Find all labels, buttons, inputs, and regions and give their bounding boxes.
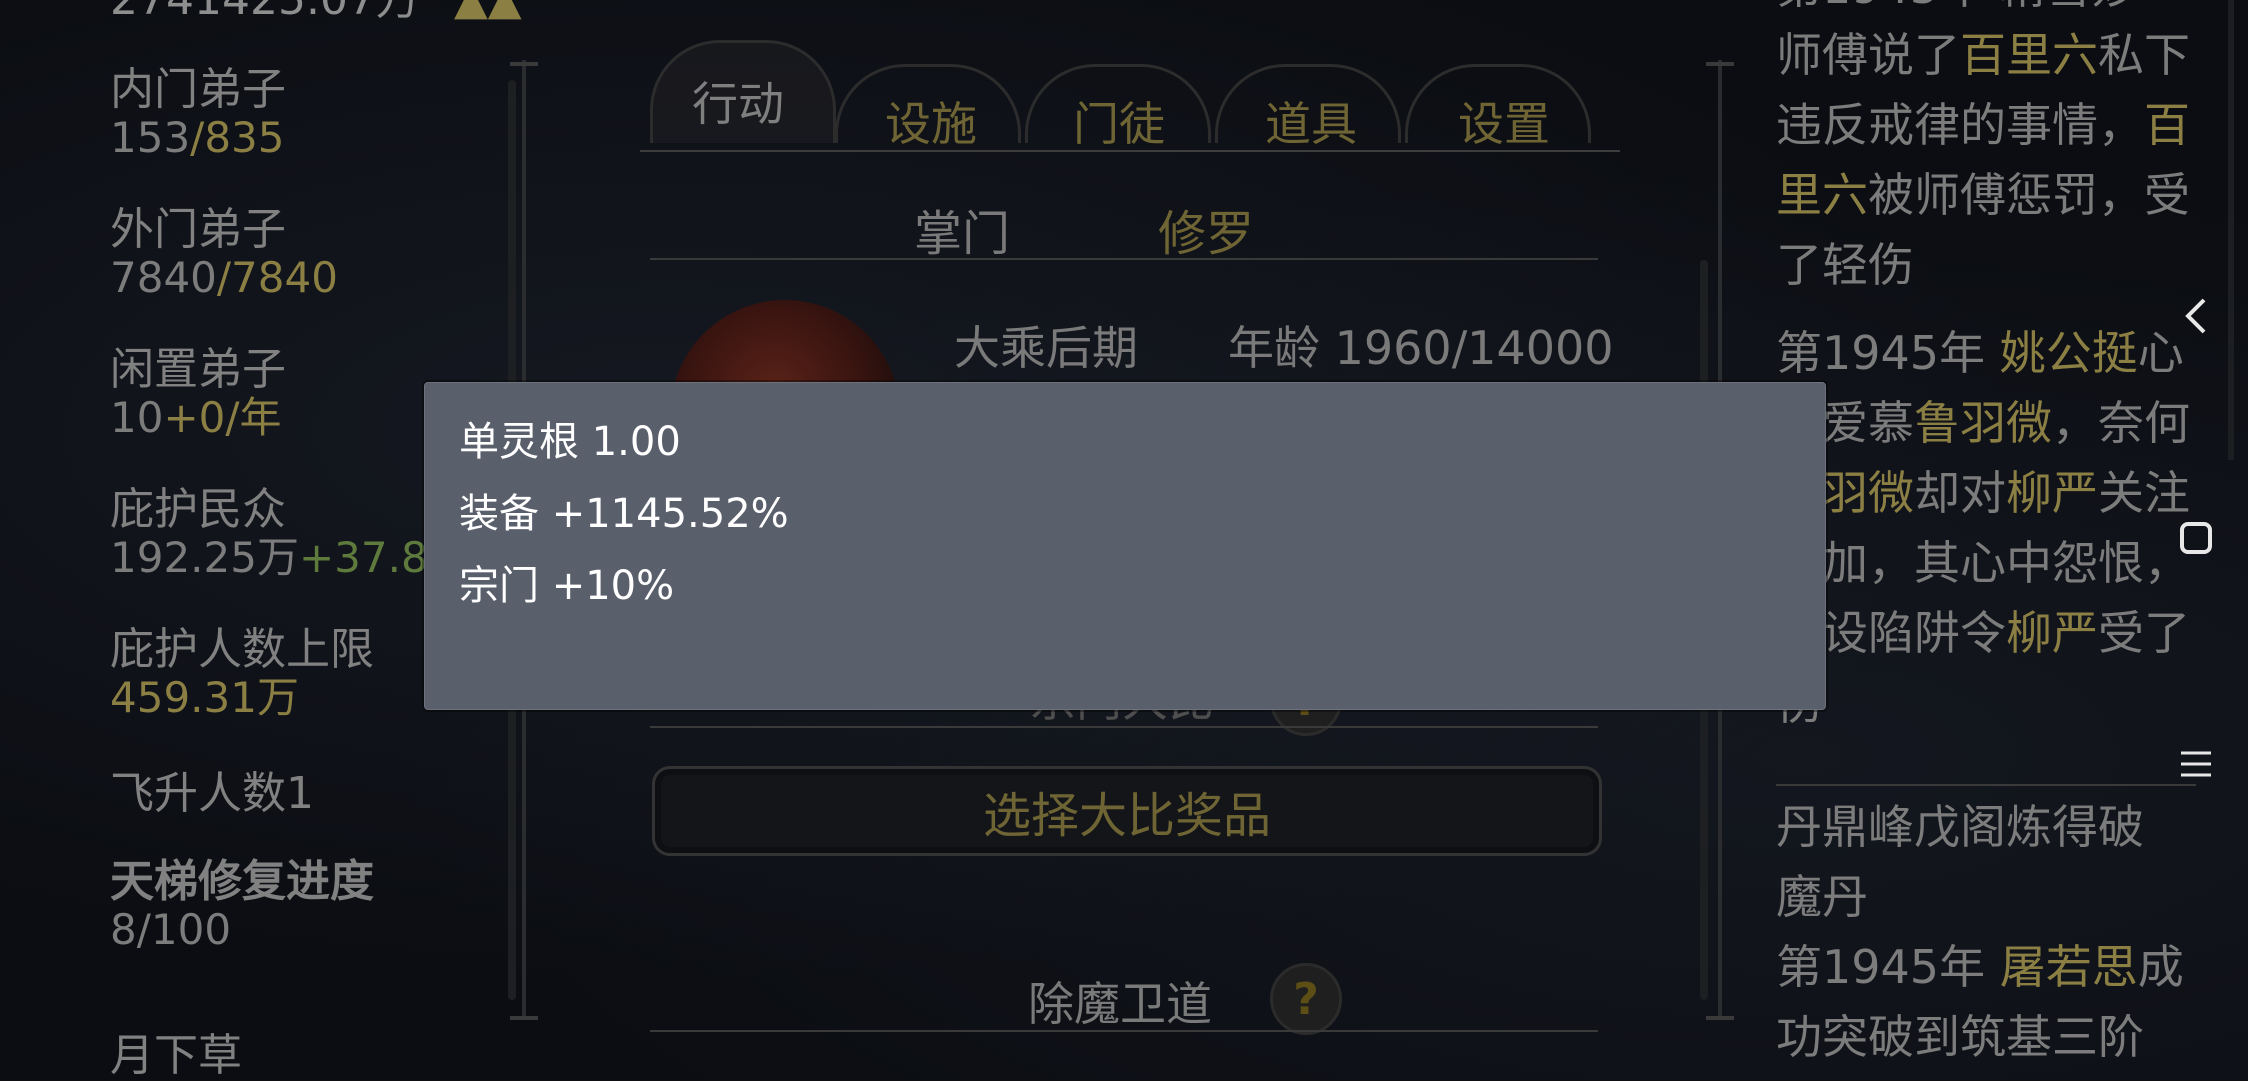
outer-disciples-stat: 外门弟子 7840/7840 — [110, 206, 338, 302]
leader-divider — [650, 258, 1598, 260]
log-entry: 第1945年 屠若思成功突破到筑基三阶 — [1776, 940, 2184, 1064]
inner-disciples-max: /835 — [190, 113, 285, 162]
left-divider-cap-bottom — [510, 1016, 538, 1020]
tab-settings[interactable]: 设置 — [1458, 88, 1550, 154]
inner-disciples-label: 内门弟子 — [110, 64, 286, 115]
home-icon[interactable] — [2174, 516, 2218, 560]
right-divider-cap-bottom — [1706, 1016, 1734, 1020]
inner-disciples-stat: 内门弟子 153/835 — [110, 66, 286, 162]
choose-contest-prize-button[interactable]: 选择大比奖品 — [652, 766, 1602, 856]
tooltip-line-root: 单灵根 1.00 — [459, 419, 681, 465]
log-divider — [1776, 784, 2196, 786]
protected-people-label: 庇护民众 — [110, 484, 286, 535]
tooltip-line-sect: 宗门 +10% — [459, 563, 675, 609]
protected-people-stat: 庇护民众 192.25万+37.80 — [110, 486, 454, 582]
herb-stat: 月下草 — [110, 1032, 242, 1080]
help-icon[interactable]: ? — [1270, 963, 1342, 1035]
ladder-repair-value: 8/100 — [110, 905, 232, 954]
ascended-label: 飞升人数1 — [110, 768, 314, 819]
tab-action[interactable]: 行动 — [692, 68, 784, 134]
log-scrollbar[interactable] — [2228, 0, 2234, 460]
log-partial-top: 第1945年 精雪妙 — [1776, 0, 2138, 22]
outer-disciples-max: /7840 — [216, 253, 338, 302]
age-value: 年龄 1960/14000 — [1228, 321, 1614, 375]
idle-disciples-label: 闲置弟子 — [110, 344, 286, 395]
idle-disciples-stat: 闲置弟子 10+0/年 — [110, 346, 286, 442]
leader-title: 掌门 — [914, 206, 1011, 262]
demon-divider — [650, 1030, 1598, 1032]
protect-limit-stat: 庇护人数上限 459.31万 — [110, 626, 374, 722]
triangle-icon: ▲▲ — [454, 0, 522, 25]
spirit-root-tooltip: 单灵根 1.00 装备 +1145.52% 宗门 +10% — [424, 382, 1826, 710]
protected-people-current: 192.25万 — [110, 533, 299, 582]
demon-section-label: 除魔卫道 — [1028, 977, 1212, 1031]
protect-limit-label: 庇护人数上限 — [110, 624, 374, 675]
tabs-underline — [640, 150, 1620, 152]
idle-disciples-current: 10 — [110, 393, 164, 442]
left-divider-cap-top — [510, 62, 538, 66]
protect-limit-value: 459.31万 — [110, 673, 299, 722]
tooltip-line-equipment: 装备 +1145.52% — [459, 491, 789, 537]
tab-disciples[interactable]: 门徒 — [1073, 88, 1165, 154]
ladder-repair-label[interactable]: 天梯修复进度 — [110, 858, 374, 906]
back-icon[interactable] — [2174, 294, 2218, 338]
menu-icon[interactable] — [2174, 742, 2218, 786]
inner-disciples-current: 153 — [110, 113, 191, 162]
log-entry: 丹鼎峰戊阁炼得破魔丹 — [1776, 800, 2144, 924]
tab-items[interactable]: 道具 — [1265, 88, 1357, 154]
main-tabs: 行动 设施 门徒 道具 设置 — [610, 40, 1640, 160]
ascended-stat: 飞升人数1 — [110, 770, 314, 818]
tab-facilities[interactable]: 设施 — [885, 88, 977, 154]
outer-disciples-current: 7840 — [110, 253, 217, 302]
leader-name[interactable]: 修罗 — [1158, 194, 1254, 264]
herb-label: 月下草 — [110, 1030, 242, 1081]
resource-value: 2741425.07万 ▲▲ — [110, 0, 522, 24]
resource-value-text: 2741425.07万 — [110, 0, 420, 25]
right-divider-cap-top — [1706, 62, 1734, 66]
log-entry: 师傅说了百里六私下违反戒律的事情，百里六被师傅惩罚，受了轻伤 — [1776, 28, 2190, 292]
idle-disciples-rate: +0/年 — [163, 393, 282, 442]
log-entry: 第1945年 姚公挺心中爱慕鲁羽微，奈何鲁羽微却对柳严关注有加，其心中怨恨，暗设… — [1776, 326, 2190, 730]
contest-divider — [650, 726, 1598, 728]
ladder-repair-stat[interactable]: 天梯修复进度 8/100 — [110, 858, 374, 954]
outer-disciples-label: 外门弟子 — [110, 204, 286, 255]
cultivation-stage: 大乘后期 — [954, 321, 1138, 375]
